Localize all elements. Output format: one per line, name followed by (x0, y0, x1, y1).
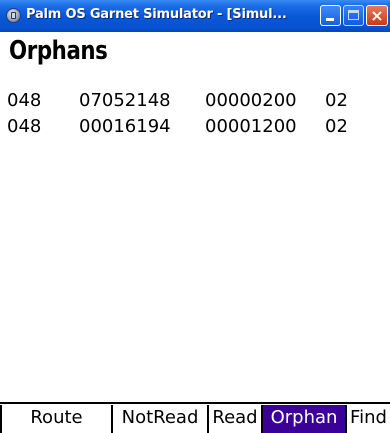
page-title: Orphans (9, 36, 108, 66)
minimize-button[interactable] (320, 5, 341, 26)
read-button[interactable]: Read (209, 405, 263, 433)
palm-app-icon[interactable] (6, 8, 21, 23)
close-icon: × (370, 6, 384, 25)
cell-account: 00016194 (79, 116, 171, 137)
title-bar[interactable]: Palm OS Garnet Simulator - [Simul... × (0, 0, 390, 32)
simulator-screen: Orphans 048 07052148 00000200 02 048 000… (0, 32, 390, 433)
bottom-button-bar: Route NotRead Read Orphan Find (0, 402, 390, 433)
cell-meter: 00001200 (205, 116, 297, 137)
cell-code: 02 (325, 90, 348, 111)
cell-route: 048 (7, 90, 42, 111)
close-button[interactable]: × (366, 5, 388, 26)
window-title: Palm OS Garnet Simulator - [Simul... (26, 7, 287, 22)
maximize-button[interactable] (343, 5, 364, 26)
cell-account: 07052148 (79, 90, 171, 111)
orphan-button[interactable]: Orphan (263, 405, 347, 433)
cell-route: 048 (7, 116, 42, 137)
notread-button[interactable]: NotRead (113, 405, 209, 433)
route-button[interactable]: Route (0, 405, 113, 433)
cell-meter: 00000200 (205, 90, 297, 111)
find-button[interactable]: Find (347, 405, 390, 433)
cell-code: 02 (325, 116, 348, 137)
